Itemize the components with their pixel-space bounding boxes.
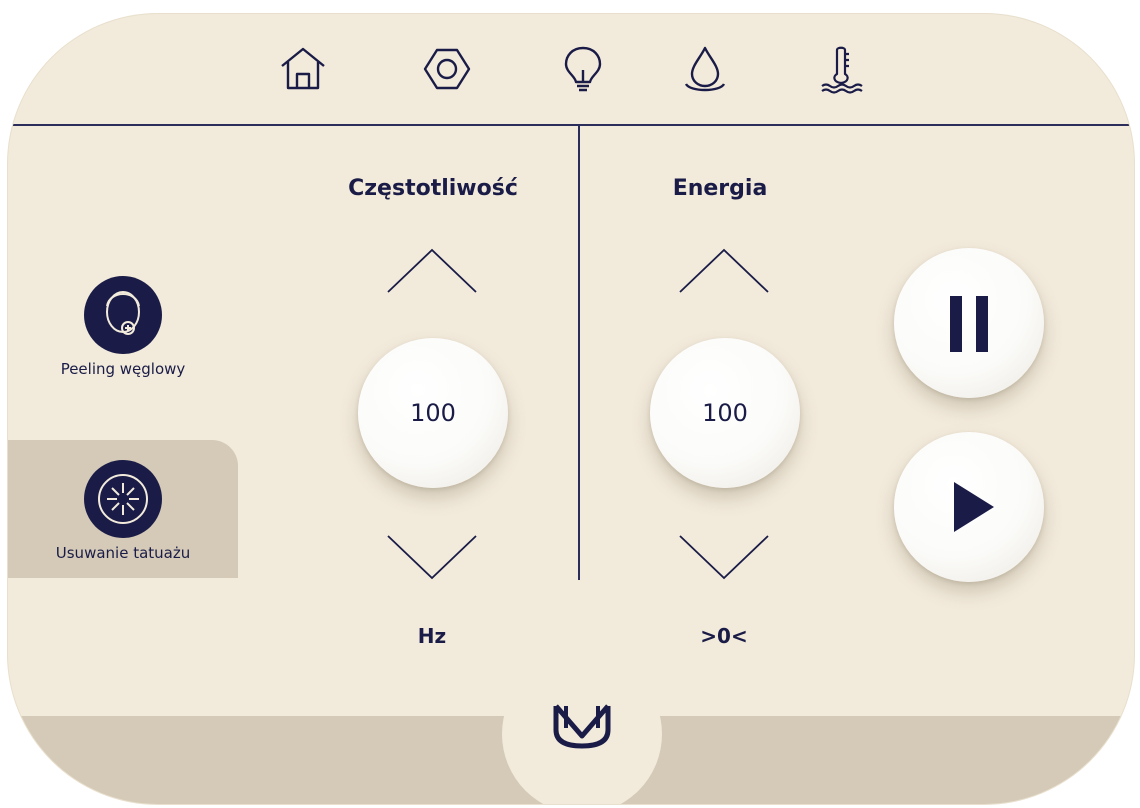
chevron-down-icon: [679, 535, 769, 580]
mode-label: Usuwanie tatuażu: [55, 544, 191, 562]
frequency-unit: Hz: [417, 624, 447, 648]
frequency-value[interactable]: 100: [358, 338, 508, 488]
tattoo-laser-icon: [84, 460, 162, 538]
energy-up-button[interactable]: [676, 244, 772, 296]
chevron-up-icon: [387, 248, 477, 293]
pause-icon: [950, 296, 988, 352]
play-button[interactable]: [894, 432, 1044, 582]
frequency-up-button[interactable]: [384, 244, 480, 296]
light-bulb-icon[interactable]: [558, 44, 608, 94]
column-divider: [578, 126, 580, 580]
chevron-down-icon: [387, 535, 477, 580]
top-divider: [8, 124, 1134, 126]
energy-down-button[interactable]: [676, 532, 772, 584]
brand-logo-icon: [553, 704, 611, 749]
chevron-up-icon: [679, 248, 769, 293]
thermometer-water-icon[interactable]: [816, 44, 866, 94]
mode-peeling-weglowy[interactable]: Peeling węglowy: [8, 276, 238, 378]
face-peel-icon: [84, 276, 162, 354]
mode-usuwanie-tatuazu[interactable]: Usuwanie tatuażu: [8, 460, 238, 562]
energy-unit: >0<: [700, 624, 748, 648]
play-icon: [954, 482, 994, 532]
home-icon[interactable]: [278, 44, 328, 94]
frequency-down-button[interactable]: [384, 532, 480, 584]
hex-nut-icon[interactable]: [422, 44, 472, 94]
energy-value[interactable]: 100: [650, 338, 800, 488]
mode-label: Peeling węglowy: [60, 360, 186, 378]
energy-title: Energia: [672, 176, 768, 201]
device-panel: Peeling węglowy Usuwanie tatuażu Częstot…: [8, 14, 1134, 804]
water-drop-icon[interactable]: [680, 44, 730, 94]
pause-button[interactable]: [894, 248, 1044, 398]
frequency-title: Częstotliwość: [348, 176, 518, 201]
